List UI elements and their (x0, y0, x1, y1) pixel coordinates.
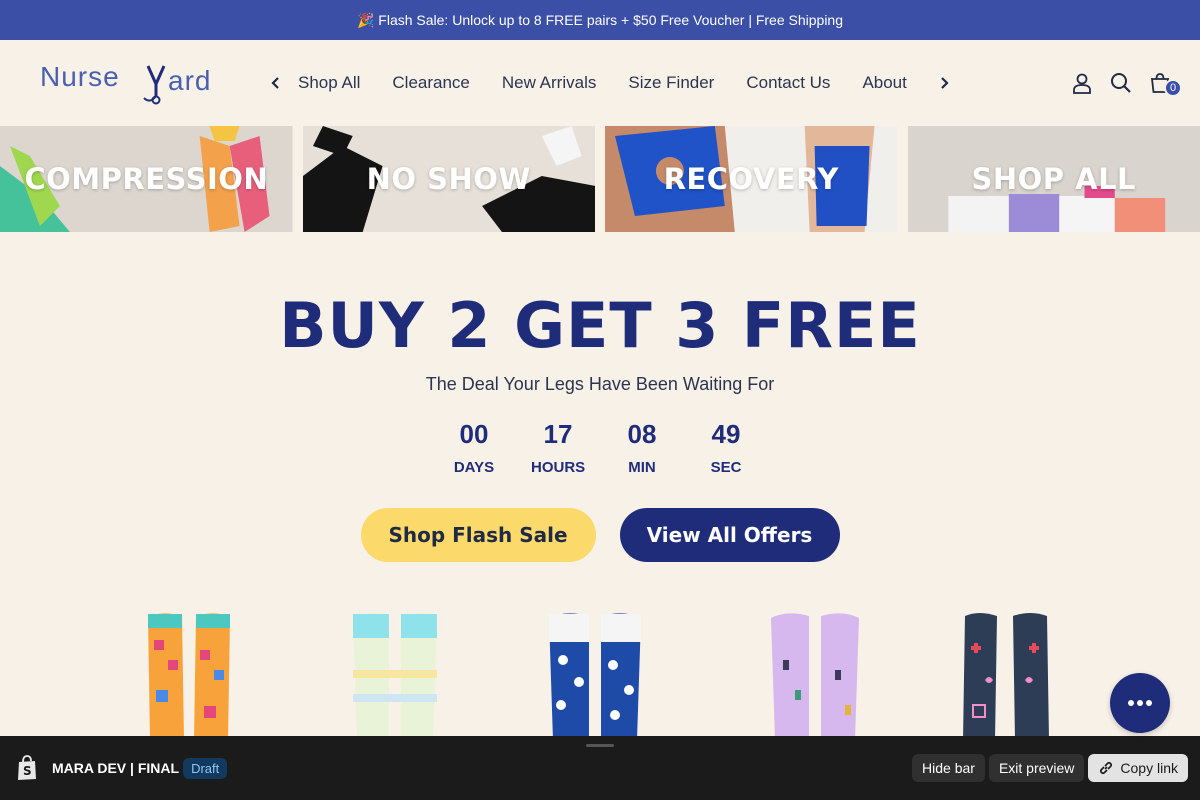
nav-item-new-arrivals[interactable]: New Arrivals (502, 73, 596, 93)
product-checkered-socks-image[interactable] (140, 610, 240, 740)
svg-text:S: S (23, 764, 32, 778)
main-nav: Shop All Clearance New Arrivals Size Fin… (268, 73, 952, 93)
status-badge: Draft (183, 757, 228, 779)
hero-subtitle: The Deal Your Legs Have Been Waiting For (425, 374, 775, 394)
category-tiles: COMPRESSION NO SHOW RECOVERY SHOP ALL (0, 126, 1200, 232)
nav-items: Shop All Clearance New Arrivals Size Fin… (298, 73, 926, 93)
countdown-sec-value: 49 (711, 419, 741, 449)
theme-preview-bar: S MARA DEV | FINAL Draft Hide bar Exit p… (0, 736, 1200, 800)
copy-link-label: Copy link (1120, 760, 1178, 776)
countdown-sec-label: SEC (710, 459, 742, 476)
site-header: Nurse ard Shop All Clearance New Arrival… (0, 40, 1200, 126)
product-medical-print-socks-image[interactable] (955, 610, 1055, 740)
hero-cta-group: Shop Flash Sale View All Offers (0, 508, 1200, 562)
store-name: MARA DEV | FINAL (52, 760, 180, 776)
chevron-left-icon[interactable] (268, 73, 282, 93)
category-compression-label: COMPRESSION (24, 162, 269, 196)
hero-title: BUY 2 GET 3 FREE (279, 289, 921, 362)
category-recovery[interactable]: RECOVERY (605, 126, 898, 232)
countdown-timer: 00 DAYS 17 HOURS 08 MIN 49 SEC (0, 419, 1200, 476)
exit-preview-button[interactable]: Exit preview (988, 754, 1085, 782)
product-pastel-socks-image[interactable] (345, 610, 445, 740)
product-strip (0, 610, 1200, 740)
countdown-hours-label: HOURS (531, 459, 586, 476)
announcement-bar: 🎉 Flash Sale: Unlock up to 8 FREE pairs … (0, 0, 1200, 40)
countdown-min-label: MIN (628, 459, 656, 476)
cart-count-badge: 0 (1164, 79, 1182, 97)
nav-item-about[interactable]: About (862, 73, 906, 93)
svg-text:ard: ard (168, 65, 211, 96)
category-shop-all[interactable]: SHOP ALL (907, 126, 1200, 232)
chat-button[interactable] (1110, 673, 1170, 733)
category-no-show[interactable]: NO SHOW (302, 126, 595, 232)
countdown-min: 08 MIN (615, 419, 669, 476)
chevron-right-icon[interactable] (938, 73, 952, 93)
nurse-yard-logo[interactable]: Nurse ard (40, 60, 236, 106)
hide-bar-button[interactable]: Hide bar (912, 754, 985, 782)
preview-bar-actions: Hide bar Exit preview Copy link (912, 754, 1188, 782)
category-recovery-label: RECOVERY (663, 162, 839, 196)
bag-icon[interactable]: 0 (1148, 71, 1182, 97)
category-compression[interactable]: COMPRESSION (0, 126, 293, 232)
shop-flash-sale-button[interactable]: Shop Flash Sale (360, 508, 596, 562)
nav-item-size-finder[interactable]: Size Finder (628, 73, 714, 93)
more-dots-icon (1128, 700, 1152, 706)
nav-item-contact-us[interactable]: Contact Us (746, 73, 830, 93)
copy-link-button[interactable]: Copy link (1088, 754, 1188, 782)
drag-handle[interactable] (586, 744, 614, 747)
countdown-days-label: DAYS (453, 459, 495, 476)
header-icons: 0 (1070, 71, 1186, 97)
announcement-text: 🎉 Flash Sale: Unlock up to 8 FREE pairs … (356, 12, 844, 28)
link-icon (1100, 761, 1113, 775)
countdown-days: 00 DAYS (447, 419, 501, 476)
user-icon[interactable] (1070, 71, 1094, 95)
countdown-min-value: 08 (627, 419, 657, 449)
category-shop-all-label: SHOP ALL (971, 162, 1137, 196)
category-no-show-label: NO SHOW (366, 162, 531, 196)
hero-section: BUY 2 GET 3 FREE The Deal Your Legs Have… (0, 232, 1200, 562)
countdown-hours: 17 HOURS (531, 419, 585, 476)
nav-item-clearance[interactable]: Clearance (392, 73, 470, 93)
countdown-days-value: 00 (459, 419, 489, 449)
svg-text:Nurse: Nurse (40, 61, 120, 92)
countdown-sec: 49 SEC (699, 419, 753, 476)
countdown-hours-value: 17 (543, 419, 573, 449)
product-lavender-socks-image[interactable] (765, 610, 865, 740)
search-icon[interactable] (1109, 71, 1133, 95)
product-polka-dot-socks-image[interactable] (545, 610, 645, 740)
view-all-offers-button[interactable]: View All Offers (619, 508, 840, 562)
shopify-bag-icon: S (18, 755, 36, 780)
nav-item-shop-all[interactable]: Shop All (298, 73, 360, 93)
